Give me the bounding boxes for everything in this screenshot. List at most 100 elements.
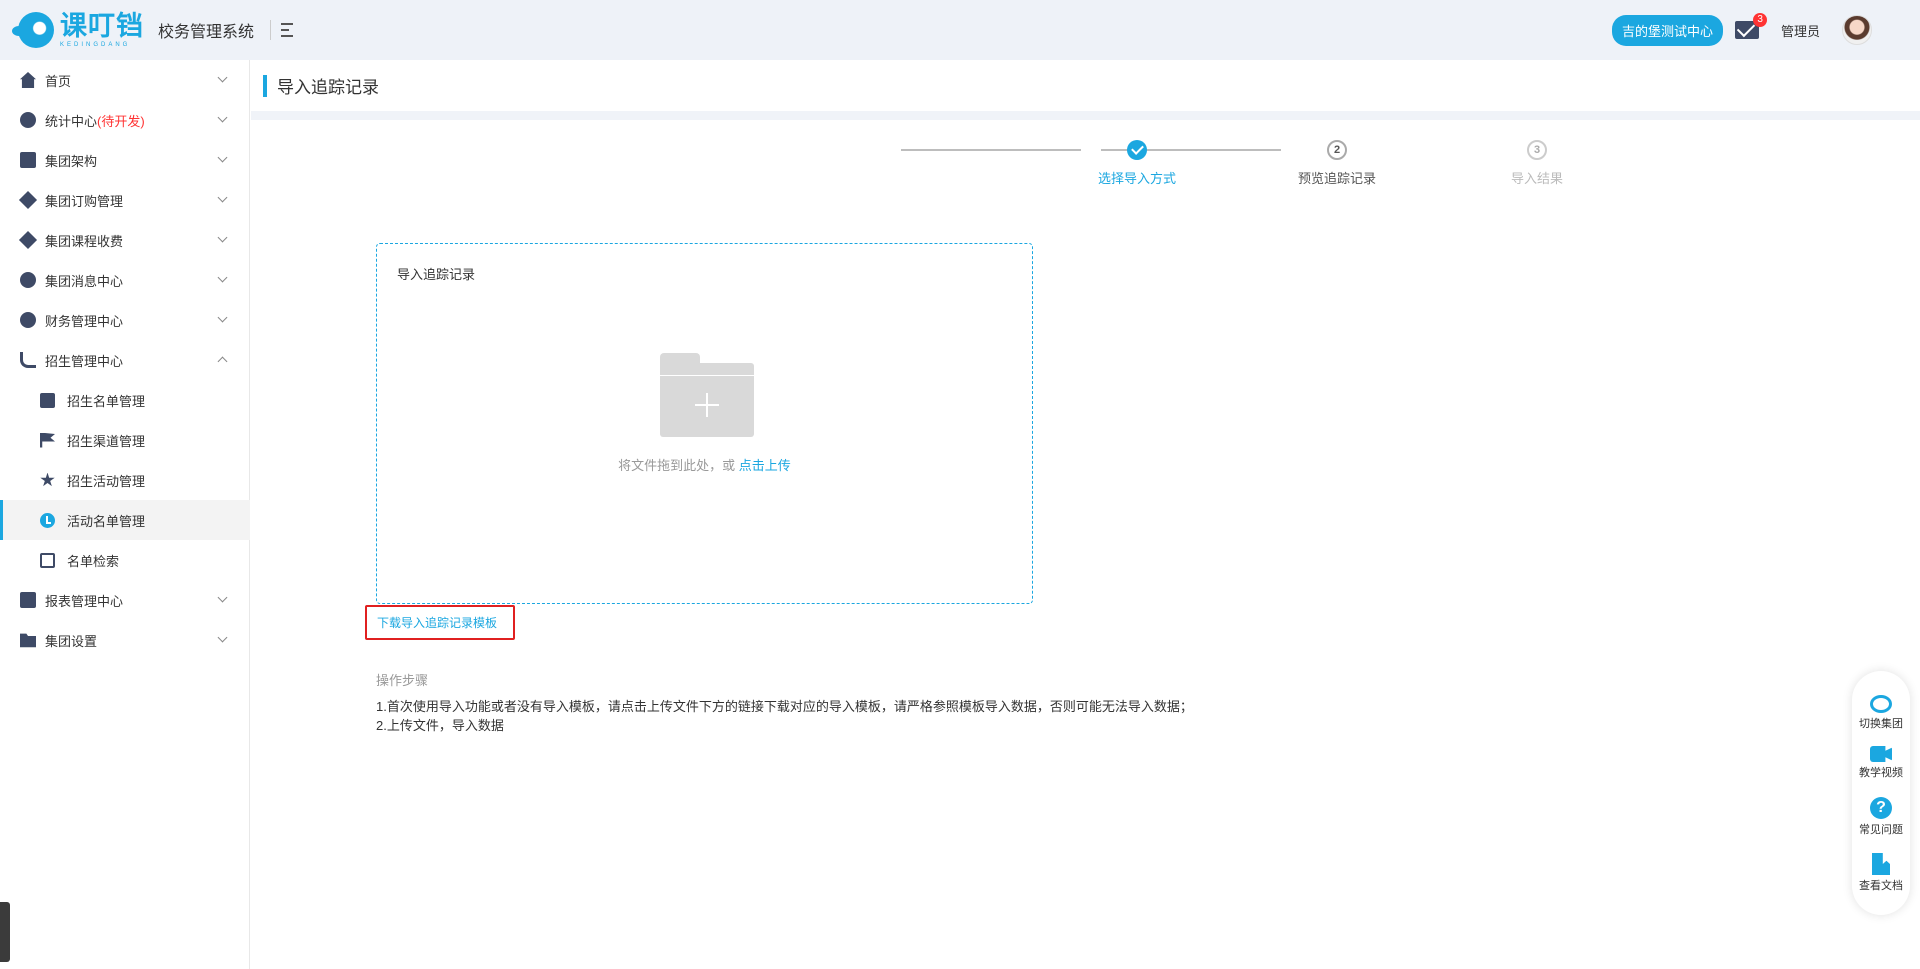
chevron-down-icon [217,152,228,163]
chevron-down-icon [217,72,228,83]
sidebar-item-orders[interactable]: 集团订购管理 [0,180,250,220]
mail-icon[interactable]: 3 [1734,13,1767,39]
sidebar-subitem-label: 招生活动管理 [67,473,146,489]
sidebar-item-label: 首页 [45,73,72,89]
sidebar-item-label: 财务管理中心 [45,313,124,329]
view-docs-label: 查看文档 [1859,880,1903,892]
step-connector [901,149,1081,151]
stats-icon [20,112,36,128]
stats-label: 统计中心 [45,113,98,129]
message-center-icon [20,272,36,288]
switch-group-label: 切换集团 [1859,718,1903,730]
sidebar-item-label: 集团设置 [45,633,98,649]
user-role[interactable]: 管理员 [1781,21,1820,40]
floating-toolbar: 切换集团 教学视频 ? 常见问题 查看文档 [1852,671,1910,915]
enrollment-icon [20,352,36,368]
settings-folder-icon [20,633,36,648]
app-logo[interactable]: 课叮铛 KEDINGDANG [12,10,144,48]
clock-icon [40,512,55,528]
faq-button[interactable]: ? 常见问题 [1852,797,1910,847]
top-header: 课叮铛 KEDINGDANG 校务管理系统 吉的堡测试中心 3 管理员 [0,0,1920,60]
sidebar-subitem-enrollment-list[interactable]: 招生名单管理 [0,380,250,420]
sidebar-subitem-label: 名单检索 [67,553,120,569]
bookmark-doc-icon [1872,853,1890,875]
sidebar-subitem-channels[interactable]: 招生渠道管理 [0,420,250,460]
main-content: 导入追踪记录 2 3 选择导入方式 预览追踪记录 导入结果 导入追踪记录 将文件… [251,60,1920,969]
sidebar-item-label: 招生管理中心 [45,353,124,369]
sidebar-item-enrollment[interactable]: 招生管理中心 [0,340,250,380]
page-header: 导入追踪记录 [251,60,1920,120]
menu-collapse-icon[interactable] [270,20,294,40]
pending-dev-tag: (待开发) [97,113,145,129]
avatar[interactable] [1842,15,1872,45]
chevron-down-icon [217,592,228,603]
import-steps: 2 3 选择导入方式 预览追踪记录 导入结果 [871,140,1563,200]
faq-label: 常见问题 [1859,824,1903,836]
upload-title: 导入追踪记录 [397,267,476,282]
step-3-dot: 3 [1527,140,1547,160]
sidebar-item-label: 集团消息中心 [45,273,124,289]
sidebar-subitem-activity-list[interactable]: 活动名单管理 [0,500,250,540]
header-right: 吉的堡测试中心 3 管理员 [1611,0,1872,60]
sidebar-item-message-center[interactable]: 集团消息中心 [0,260,250,300]
chevron-down-icon [217,272,228,283]
sidebar-item-label: 统计中心(待开发) [45,111,145,130]
sidebar-subitem-label: 活动名单管理 [67,513,146,529]
sidebar-subitem-activities[interactable]: 招生活动管理 [0,460,250,500]
download-template-highlight: 下载导入追踪记录模板 [365,605,515,640]
question-icon: ? [1870,797,1892,819]
side-drawer-handle[interactable] [0,902,10,962]
sidebar-item-org[interactable]: 集团架构 [0,140,250,180]
tutorial-video-button[interactable]: 教学视频 [1852,743,1910,793]
sidebar-subitem-label: 招生名单管理 [67,393,146,409]
org-icon [20,152,36,168]
home-icon [20,72,36,88]
step-3-label: 导入结果 [1510,171,1564,186]
sidebar-item-label: 集团课程收费 [45,233,124,249]
logo-chinese: 课叮铛 [60,10,144,41]
course-fee-icon [18,230,38,250]
step-2-label: 预览追踪记录 [1297,171,1377,186]
instruction-line-1: 1.首次使用导入功能或者没有导入模板，请点击上传文件下方的链接下载对应的导入模板… [376,699,1193,714]
drop-hint-text: 将文件拖到此处，或 [618,458,739,473]
chevron-down-icon [217,232,228,243]
sidebar-item-settings[interactable]: 集团设置 [0,620,250,660]
chevron-down-icon [217,112,228,123]
sidebar-item-label: 集团架构 [45,153,98,169]
video-icon [1870,746,1892,762]
instructions-title: 操作步骤 [376,673,429,688]
logo-bird-icon [12,12,54,48]
sidebar-item-reports[interactable]: 报表管理中心 [0,580,250,620]
flag-icon [40,432,55,448]
switch-group-button[interactable]: 切换集团 [1852,693,1910,743]
finance-icon [20,312,36,328]
chevron-up-icon [217,356,228,367]
sidebar-item-label: 报表管理中心 [45,593,124,609]
sidebar-item-stats[interactable]: 统计中心(待开发) [0,100,250,140]
drop-hint: 将文件拖到此处，或 点击上传 [377,455,1032,474]
sidebar-item-label: 集团订购管理 [45,193,124,209]
order-icon [18,190,38,210]
sidebar-item-home[interactable]: 首页 [0,60,250,100]
folder-add-icon [660,353,754,437]
sidebar-item-finance[interactable]: 财务管理中心 [0,300,250,340]
swap-icon [1870,695,1892,713]
click-upload-link[interactable]: 点击上传 [739,458,791,473]
chevron-down-icon [217,632,228,643]
logo-english: KEDINGDANG [60,41,131,48]
download-template-link[interactable]: 下载导入追踪记录模板 [377,614,497,631]
file-upload-dropzone[interactable]: 导入追踪记录 将文件拖到此处，或 点击上传 [376,243,1033,604]
list-doc-icon [40,392,55,408]
search-doc-icon [40,552,55,568]
campus-switch-button[interactable]: 吉的堡测试中心 [1611,14,1723,46]
chevron-down-icon [217,312,228,323]
view-docs-button[interactable]: 查看文档 [1852,853,1910,903]
message-count-badge: 3 [1753,13,1767,27]
step-done-check-icon [1127,140,1147,160]
sidebar-item-course-fee[interactable]: 集团课程收费 [0,220,250,260]
sidebar: 首页 统计中心(待开发) 集团架构 集团订购管理 集团课程收费 集团消息中心 财… [0,60,250,969]
sidebar-subitem-search[interactable]: 名单检索 [0,540,250,580]
sidebar-subitem-label: 招生渠道管理 [67,433,146,449]
system-name: 校务管理系统 [158,24,255,41]
report-icon [20,592,36,608]
